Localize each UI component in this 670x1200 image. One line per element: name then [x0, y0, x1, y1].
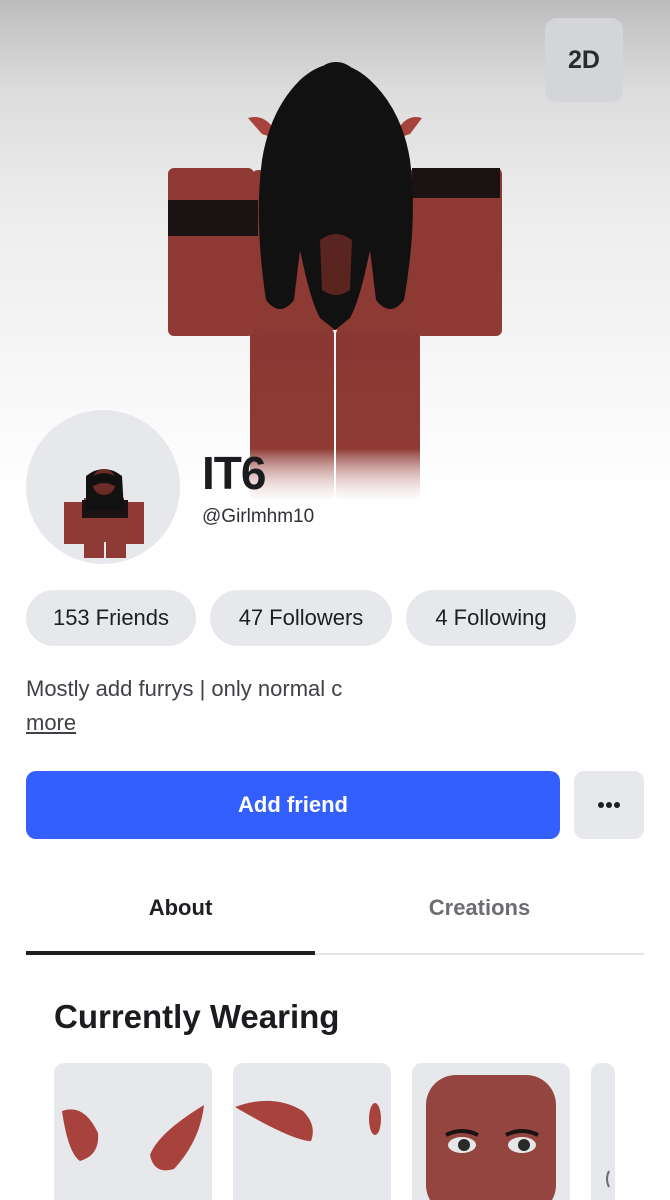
- following-count: 4: [435, 605, 448, 630]
- tab-active-indicator: [26, 951, 315, 955]
- bio-more-link[interactable]: more: [26, 710, 76, 736]
- friends-count-pill[interactable]: 153 Friends: [26, 590, 196, 646]
- username: @Girlmhm10: [202, 506, 315, 527]
- followers-count-pill[interactable]: 47 Followers: [210, 590, 392, 646]
- following-label: Following: [453, 605, 547, 630]
- add-friend-button[interactable]: Add friend: [26, 771, 560, 839]
- tab-about[interactable]: About: [26, 880, 335, 936]
- bio-text: Mostly add furrys | only normal c: [26, 676, 343, 701]
- currently-wearing-title: Currently Wearing: [54, 998, 340, 1035]
- followers-count: 47: [238, 605, 264, 630]
- wearing-item-elf-ears[interactable]: [233, 1063, 391, 1200]
- horns-icon: [62, 1105, 204, 1171]
- face-head-icon: [426, 1075, 556, 1200]
- friends-label: Friends: [95, 605, 170, 630]
- view-2d-toggle-button[interactable]: 2D: [545, 18, 623, 102]
- following-count-pill[interactable]: 4 Following: [406, 590, 576, 646]
- avatar-thumbnail[interactable]: [26, 410, 180, 564]
- friends-count: 153: [52, 605, 90, 630]
- ellipsis-icon: [598, 802, 620, 808]
- display-name: IT6: [202, 447, 266, 499]
- followers-label: Followers: [269, 605, 364, 630]
- wearing-item-partial[interactable]: [591, 1063, 615, 1200]
- wearing-item-horns[interactable]: [54, 1063, 212, 1200]
- partial-item-icon: [606, 1170, 610, 1188]
- elf-ears-icon: [235, 1100, 381, 1141]
- more-options-button[interactable]: [574, 771, 644, 839]
- wearing-item-face[interactable]: [412, 1063, 570, 1200]
- avatar-headshot-icon: [64, 469, 144, 558]
- tab-creations[interactable]: Creations: [325, 880, 634, 936]
